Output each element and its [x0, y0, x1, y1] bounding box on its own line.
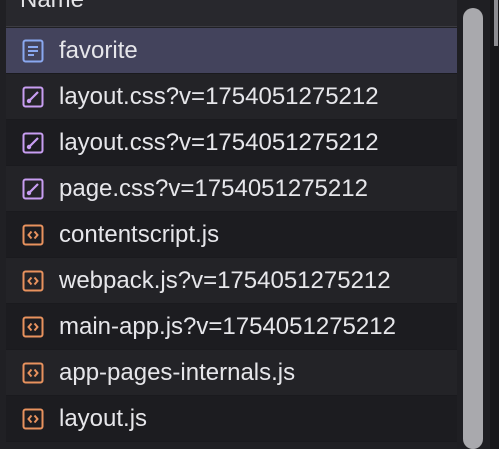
request-row[interactable]: contentscript.js: [6, 212, 457, 258]
request-row[interactable]: layout.js: [6, 396, 457, 442]
request-name: page.css?v=1754051275212: [59, 174, 368, 202]
request-row[interactable]: main-app.js?v=1754051275212: [6, 304, 457, 350]
request-name: layout.css?v=1754051275212: [59, 82, 379, 110]
network-request-list-panel: Name favorite layout.css?v=1754051275212 l…: [0, 0, 499, 449]
script-icon: [22, 362, 44, 383]
request-row[interactable]: layout.css?v=1754051275212: [6, 74, 457, 120]
vertical-scrollbar-thumb[interactable]: [463, 8, 483, 449]
adjacent-panel-scrollbar[interactable]: [494, 0, 498, 46]
request-name: layout.js: [59, 404, 148, 432]
stylesheet-icon: [22, 132, 44, 153]
request-name: favorite: [59, 36, 138, 64]
name-column-header[interactable]: Name: [6, 0, 457, 27]
request-row[interactable]: app-pages-internals.js: [6, 350, 457, 396]
request-row[interactable]: webpack.js?v=1754051275212: [6, 258, 457, 304]
request-row[interactable]: layout.css?v=1754051275212: [6, 120, 457, 166]
request-row[interactable]: favorite: [6, 28, 457, 74]
document-icon: [22, 39, 44, 62]
request-name: layout.css?v=1754051275212: [59, 128, 379, 156]
script-icon: [22, 408, 44, 429]
script-icon: [22, 270, 44, 291]
script-icon: [22, 224, 44, 245]
stylesheet-icon: [22, 86, 44, 107]
request-row[interactable]: page.css?v=1754051275212: [6, 166, 457, 212]
request-name: contentscript.js: [59, 220, 220, 248]
request-name: app-pages-internals.js: [59, 358, 296, 386]
script-icon: [22, 316, 44, 337]
adjacent-panel-edge: [490, 0, 499, 449]
request-name: webpack.js?v=1754051275212: [59, 266, 391, 294]
name-column-label: Name: [20, 0, 84, 14]
request-name: main-app.js?v=1754051275212: [59, 312, 396, 340]
stylesheet-icon: [22, 178, 44, 199]
request-list: favorite layout.css?v=1754051275212 layout…: [6, 28, 457, 442]
